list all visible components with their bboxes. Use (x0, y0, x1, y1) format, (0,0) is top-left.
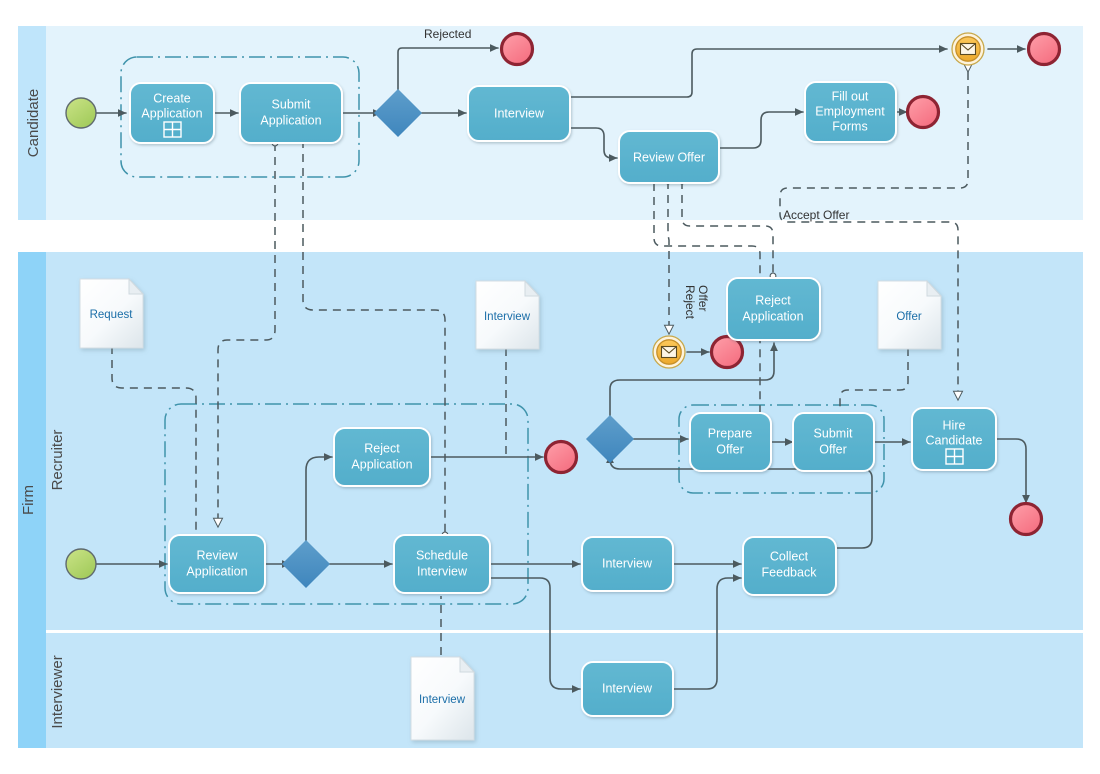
end-reject-offer[interactable] (709, 334, 745, 370)
end-employment-forms[interactable] (905, 94, 941, 130)
task-hire-candidate-label2: Candidate (926, 433, 983, 447)
task-schedule-interview-label2: Interview (417, 564, 468, 578)
message-reject-offer[interactable] (652, 335, 686, 369)
task-prepare-offer-label2: Offer (716, 442, 744, 456)
bpmn-diagram-canvas: Candidate Firm Recruiter Interviewer Req… (0, 0, 1100, 774)
task-create-application-label: Create (153, 91, 191, 105)
task-hire-candidate-label1: Hire (943, 418, 966, 432)
flow-label-reject-offer-line1: Reject (683, 285, 697, 320)
start-candidate[interactable] (65, 97, 97, 129)
pool-label-firm: Firm (20, 485, 37, 515)
end-hire-candidate[interactable] (1008, 501, 1044, 537)
task-submit-application-label2: Application (260, 113, 321, 127)
end-reject-application[interactable] (543, 439, 579, 475)
task-reject-app-offer-label2: Application (742, 309, 803, 323)
end-rejected[interactable] (499, 31, 535, 67)
task-prepare-offer-label1: Prepare (708, 426, 753, 440)
task-schedule-interview-label1: Schedule (416, 548, 468, 562)
task-review-offer[interactable]: Review Offer (618, 130, 720, 184)
flow-label-accept-offer: Accept Offer (783, 208, 849, 222)
flow-label-rejected: Rejected (424, 27, 471, 41)
doc-interview-interviewer: Interview (410, 655, 476, 741)
task-submit-application[interactable]: Submit Application (239, 82, 343, 144)
task-submit-offer[interactable]: Submit Offer (792, 412, 875, 472)
doc-request: Request (79, 277, 145, 349)
doc-interview-recruiter-label: Interview (484, 311, 531, 323)
task-fill-forms-label2: Employment (815, 104, 885, 118)
task-hire-candidate[interactable]: Hire Candidate (911, 407, 997, 471)
task-interview-interviewer-label: Interview (602, 681, 653, 695)
task-fill-forms-label1: Fill out (832, 89, 869, 103)
task-reject-app-recruiter-label1: Reject (364, 441, 400, 455)
task-schedule-interview[interactable]: Schedule Interview (393, 534, 491, 594)
doc-interview-recruiter: Interview (475, 279, 541, 350)
task-create-application[interactable]: Create Application (129, 82, 215, 144)
task-submit-offer-label1: Submit (814, 426, 853, 440)
lane-label-candidate: Candidate (25, 89, 42, 157)
flow-label-reject-offer-line2: Offer (696, 285, 710, 311)
task-interview-candidate-label: Interview (494, 106, 545, 120)
task-submit-offer-label2: Offer (819, 442, 847, 456)
task-fill-forms-label3: Forms (832, 119, 867, 133)
task-interview-interviewer[interactable]: Interview (581, 661, 674, 717)
doc-offer: Offer (877, 279, 943, 350)
task-reject-application-recruiter[interactable]: Reject Application (333, 427, 431, 487)
task-collect-feedback-label2: Feedback (762, 565, 818, 579)
doc-interview-interviewer-label: Interview (419, 694, 466, 706)
doc-offer-label: Offer (896, 311, 922, 323)
task-interview-candidate[interactable]: Interview (467, 85, 571, 142)
task-collect-feedback[interactable]: Collect Feedback (742, 536, 837, 596)
task-review-application[interactable]: Review Application (168, 534, 266, 594)
doc-request-label: Request (90, 309, 134, 321)
lane-label-interviewer: Interviewer (49, 655, 66, 728)
end-candidate-top[interactable] (1026, 31, 1062, 67)
task-collect-feedback-label1: Collect (770, 549, 809, 563)
task-review-offer-label: Review Offer (633, 150, 705, 164)
message-end-candidate[interactable] (951, 32, 985, 66)
task-fill-out-employment-forms[interactable]: Fill out Employment Forms (804, 81, 897, 143)
task-reject-app-recruiter-label2: Application (351, 457, 412, 471)
lane-label-recruiter: Recruiter (49, 430, 66, 491)
start-recruiter[interactable] (65, 548, 97, 580)
task-reject-application-offer[interactable]: Reject Application (726, 277, 821, 341)
task-interview-recruiter-label: Interview (602, 556, 653, 570)
task-submit-application-label: Submit (272, 97, 311, 111)
task-review-application-label1: Review (197, 548, 239, 562)
task-prepare-offer[interactable]: Prepare Offer (689, 412, 772, 472)
task-create-application-label2: Application (141, 106, 202, 120)
task-interview-recruiter[interactable]: Interview (581, 536, 674, 592)
task-review-application-label2: Application (186, 564, 247, 578)
task-reject-app-offer-label1: Reject (755, 293, 791, 307)
